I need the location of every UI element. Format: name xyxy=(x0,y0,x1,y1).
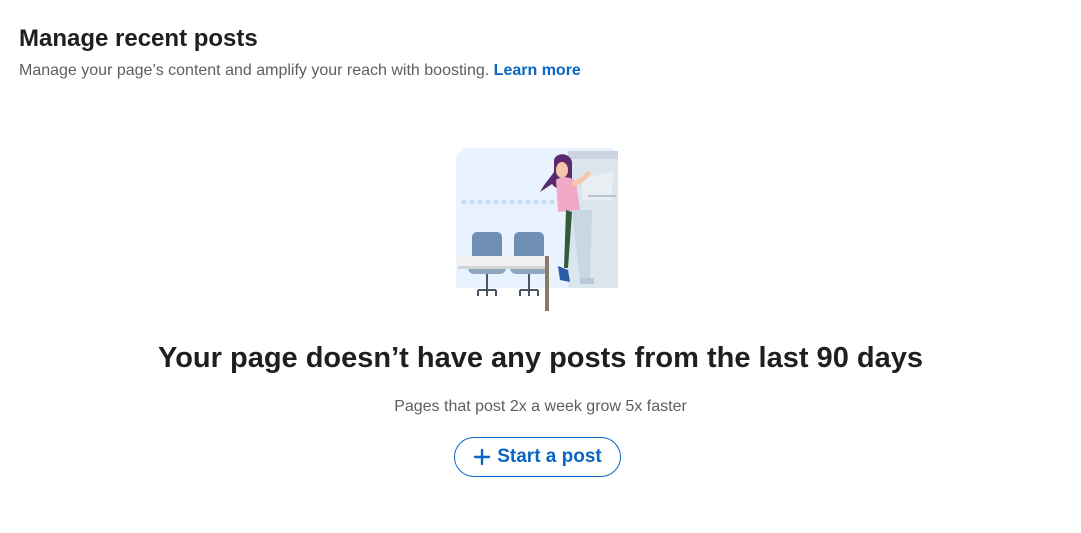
learn-more-link[interactable]: Learn more xyxy=(494,62,581,79)
manage-posts-page: Manage recent posts Manage your page’s c… xyxy=(0,0,1081,533)
page-title: Manage recent posts xyxy=(19,25,258,52)
page-subtitle: Manage your page’s content and amplify y… xyxy=(19,60,581,82)
empty-state-subtitle: Pages that post 2x a week grow 5x faster xyxy=(394,398,687,415)
start-a-post-label: Start a post xyxy=(497,446,602,467)
plus-icon xyxy=(473,448,491,466)
illustration-desk xyxy=(458,256,548,266)
start-a-post-button[interactable]: Start a post xyxy=(454,437,621,477)
person-at-desk-illustration xyxy=(456,148,618,311)
page-header: Manage recent posts Manage your page’s c… xyxy=(19,24,581,82)
empty-state-title: Your page doesn’t have any posts from th… xyxy=(158,342,923,374)
page-subtitle-text: Manage your page’s content and amplify y… xyxy=(19,62,490,79)
